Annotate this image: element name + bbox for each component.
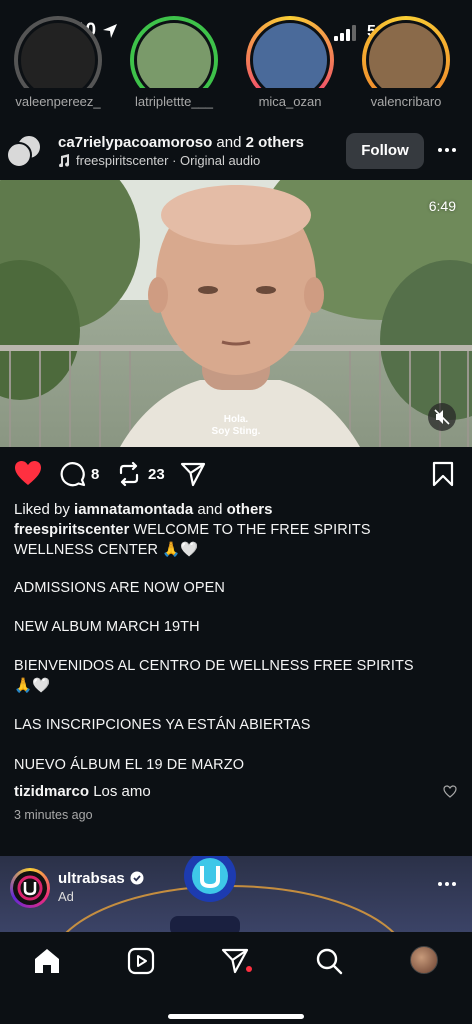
home-indicator — [168, 1014, 304, 1019]
subtitle-line-2: Soy Sting. — [211, 426, 261, 437]
post-video[interactable]: 6:49 Hola. Soy Sting. — [0, 180, 472, 447]
follow-button[interactable]: Follow — [346, 133, 424, 169]
and-text: and — [216, 134, 242, 151]
caption-text: WELCOME TO THE FREE SPIRITS — [133, 522, 371, 538]
caption-line: NUEVO ÁLBUM EL 19 DE MARZO — [14, 757, 245, 773]
audio-label[interactable]: freespiritscenter · Original audio — [76, 153, 260, 168]
heart-icon[interactable] — [14, 460, 42, 486]
bottom-nav — [0, 932, 472, 1024]
bookmark-icon[interactable] — [432, 461, 454, 487]
music-note-icon — [59, 154, 70, 167]
caption-line: LAS INSCRIPCIONES YA ESTÁN ABIERTAS — [14, 717, 311, 733]
comment-row[interactable]: tizidmarco Los amo — [14, 783, 151, 800]
video-frame — [0, 180, 472, 447]
caption-line: WELLNESS CENTER 🙏🤍 — [14, 542, 199, 558]
post-username[interactable]: ca7rielypacoamoroso — [58, 134, 212, 151]
collab-avatar[interactable] — [6, 142, 32, 168]
repost-icon[interactable] — [116, 461, 142, 487]
comment-like-icon[interactable] — [443, 785, 457, 798]
notification-dot — [246, 966, 252, 972]
repost-count: 23 — [148, 466, 165, 483]
liked-by[interactable]: Liked by iamnatamontada and others — [14, 501, 272, 518]
caption-line: ADMISSIONS ARE NOW OPEN — [14, 580, 225, 596]
messages-icon[interactable] — [220, 946, 250, 976]
post-collaborators[interactable]: ca7rielypacoamoroso and 2 others — [58, 134, 304, 151]
ad-username[interactable]: ultrabsas — [58, 870, 125, 887]
caption-username[interactable]: freespiritscenter — [14, 522, 129, 538]
reels-icon[interactable] — [126, 946, 156, 976]
liked-and: and — [197, 501, 223, 518]
liked-others[interactable]: others — [227, 501, 273, 518]
stories-tray: valeenpereez_ latriplettte___ mica_ozan … — [0, 16, 472, 120]
search-icon[interactable] — [314, 946, 344, 976]
ad-label: Ad — [58, 889, 74, 904]
profile-icon[interactable] — [410, 946, 438, 974]
story-username: latriplettte___ — [134, 94, 214, 109]
comment-icon[interactable] — [60, 461, 86, 487]
post-actions: 8 23 — [0, 456, 472, 492]
location-arrow-icon — [103, 24, 117, 38]
liked-prefix: Liked by — [14, 501, 70, 518]
story-username: valeenpereez_ — [15, 94, 101, 109]
signal-icon — [334, 25, 356, 41]
caption-line: BIENVENIDOS AL CENTRO DE WELLNESS FREE S… — [14, 658, 414, 674]
liked-user[interactable]: iamnatamontada — [74, 501, 193, 518]
share-icon[interactable] — [180, 461, 206, 487]
caption-line: 🙏🤍 — [14, 678, 51, 694]
comment-username[interactable]: tizidmarco — [14, 783, 89, 800]
verified-icon — [130, 871, 144, 885]
more-icon[interactable] — [438, 148, 458, 154]
more-icon[interactable] — [438, 882, 458, 888]
home-icon[interactable] — [32, 946, 62, 976]
caption-line: NEW ALBUM MARCH 19TH — [14, 619, 200, 635]
comment-count: 8 — [91, 466, 100, 483]
comment-text: Los amo — [93, 783, 151, 800]
caption-line: freespiritscenter WELCOME TO THE FREE SP… — [14, 522, 371, 538]
mute-icon[interactable] — [428, 403, 456, 431]
story-username: mica_ozan — [258, 94, 322, 109]
post-header: ca7rielypacoamoroso and 2 others freespi… — [0, 122, 472, 180]
story-username: valencribaro — [370, 94, 442, 109]
ad-post[interactable]: ultrabsas Ad — [0, 856, 472, 936]
ad-avatar[interactable] — [10, 868, 50, 908]
others-link[interactable]: 2 others — [246, 134, 304, 151]
video-duration: 6:49 — [428, 198, 456, 214]
post-timestamp: 3 minutes ago — [14, 808, 93, 822]
subtitle-line-1: Hola. — [223, 414, 249, 425]
